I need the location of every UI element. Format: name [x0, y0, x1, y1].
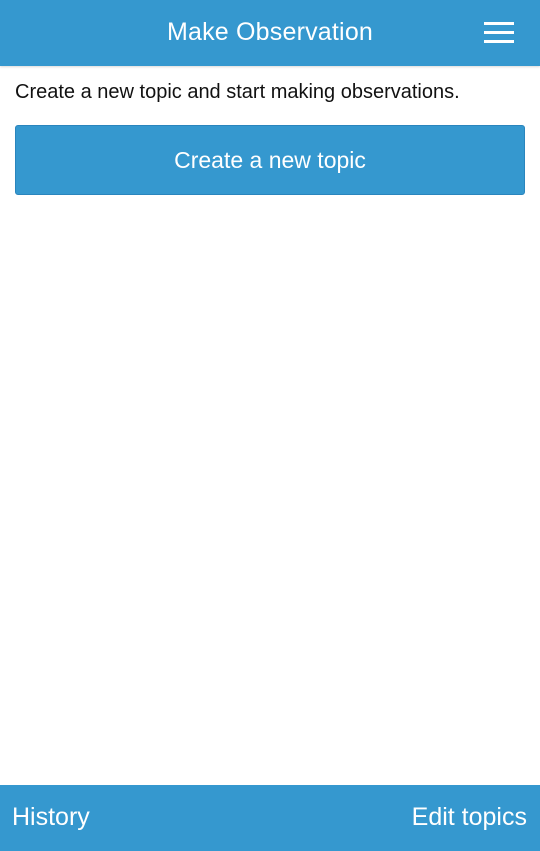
hamburger-menu-icon — [484, 22, 514, 43]
bottom-nav-bar: History Edit topics — [0, 785, 540, 851]
top-app-bar: Make Observation — [0, 0, 540, 66]
history-link[interactable]: History — [12, 785, 90, 851]
page-title: Make Observation — [166, 18, 374, 46]
app-screen: Make Observation Create a new topic and … — [0, 0, 540, 851]
create-topic-button[interactable]: Create a new topic — [15, 125, 525, 195]
menu-button[interactable] — [484, 20, 516, 46]
edit-topics-link[interactable]: Edit topics — [412, 785, 527, 851]
intro-text: Create a new topic and start making obse… — [15, 81, 460, 103]
